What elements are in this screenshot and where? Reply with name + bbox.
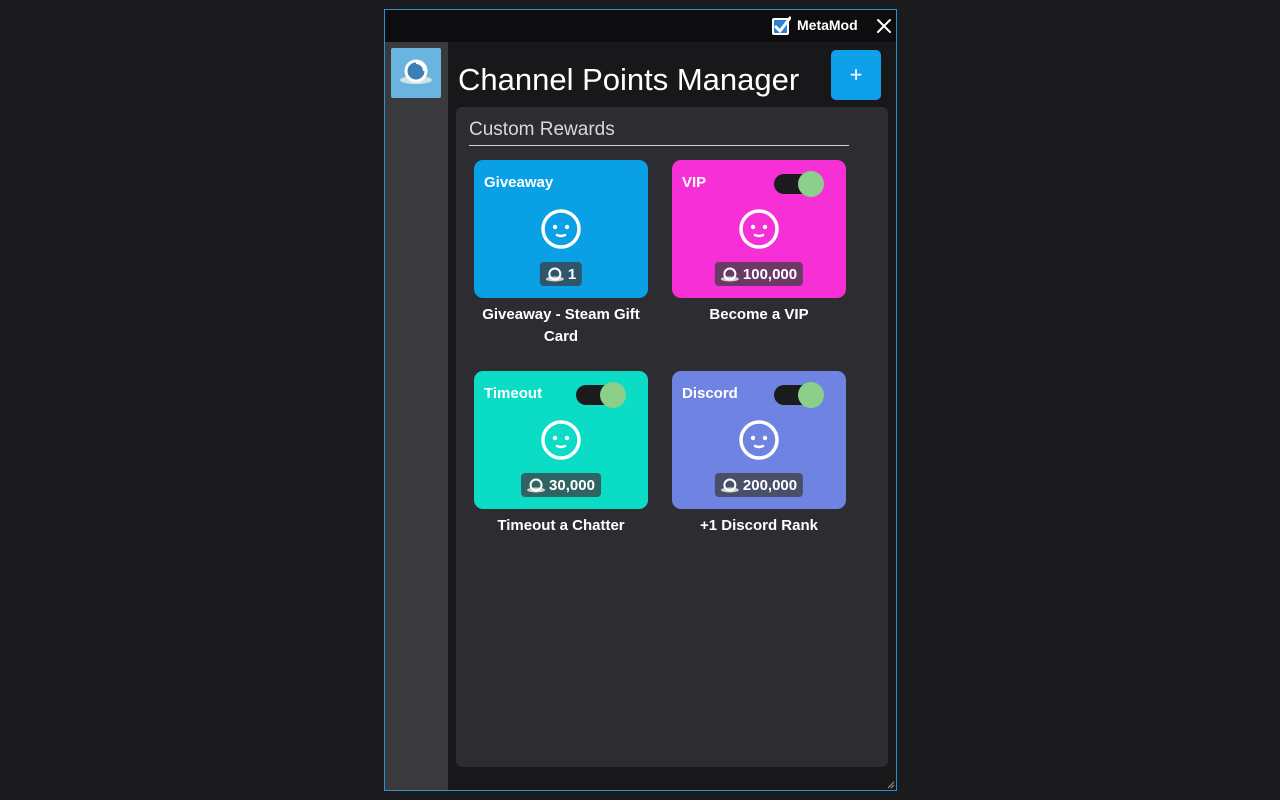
section-title: Custom Rewards — [469, 119, 849, 146]
reward-enabled-toggle[interactable] — [774, 171, 824, 197]
reward-tag: Timeout — [484, 385, 543, 402]
app-window: MetaMod Channel Points Manager + Custom … — [384, 9, 897, 791]
cost-badge: 30,000 — [521, 473, 601, 497]
reward-item-vip: VIP 100,000 Become a VIP — [672, 160, 846, 326]
reward-card[interactable]: Discord 200,000 — [672, 371, 846, 509]
toggle-knob — [600, 382, 626, 408]
reward-card[interactable]: VIP 100,000 — [672, 160, 846, 298]
channel-points-icon — [720, 267, 739, 282]
reward-enabled-toggle[interactable] — [576, 382, 626, 408]
cost-value: 1 — [567, 265, 577, 283]
smiley-icon — [739, 209, 779, 249]
resize-grip-icon[interactable] — [885, 779, 895, 789]
toggle-knob — [798, 382, 824, 408]
reward-item-timeout: Timeout 30,000 Timeout a Chatter — [474, 371, 648, 537]
reward-name: Become a VIP — [709, 306, 809, 323]
app-name: MetaMod — [797, 17, 858, 33]
sidebar — [385, 42, 448, 790]
checkbox-checked-icon[interactable] — [771, 16, 791, 36]
title-bar[interactable]: MetaMod — [385, 10, 896, 42]
reward-tag: Giveaway — [484, 174, 554, 191]
toggle-knob — [798, 171, 824, 197]
reward-name: Giveaway - Steam Gift Card — [482, 306, 640, 345]
reward-enabled-toggle[interactable] — [774, 382, 824, 408]
add-reward-button[interactable]: + — [831, 50, 881, 100]
reward-tag: VIP — [682, 174, 707, 191]
reward-name: +1 Discord Rank — [700, 517, 818, 534]
rewards-panel: Custom Rewards Giveaway 1 Giveaway - Ste… — [456, 107, 888, 767]
reward-item-giveaway: Giveaway 1 Giveaway - Steam Gift Card — [474, 160, 648, 348]
smiley-icon — [541, 420, 581, 460]
cost-badge: 1 — [539, 262, 583, 286]
cost-value: 200,000 — [742, 476, 798, 494]
smiley-icon — [739, 420, 779, 460]
main-content: Channel Points Manager + Custom Rewards … — [448, 42, 896, 790]
cost-badge: 200,000 — [714, 473, 804, 497]
cost-value: 100,000 — [742, 265, 798, 283]
cost-badge: 100,000 — [714, 262, 804, 286]
channel-points-icon — [400, 59, 432, 84]
reward-tag: Discord — [682, 385, 738, 402]
smiley-icon — [541, 209, 581, 249]
page-title: Channel Points Manager — [458, 62, 800, 97]
reward-card[interactable]: Giveaway 1 — [474, 160, 648, 298]
reward-name: Timeout a Chatter — [497, 517, 625, 534]
channel-points-icon — [527, 478, 546, 493]
sidebar-item-channel-points[interactable] — [391, 48, 441, 98]
cost-value: 30,000 — [549, 476, 595, 494]
close-icon[interactable] — [876, 18, 892, 34]
channel-points-icon — [720, 478, 739, 493]
reward-item-discord: Discord 200,000 +1 Discord Rank — [672, 371, 846, 537]
reward-card[interactable]: Timeout 30,000 — [474, 371, 648, 509]
channel-points-icon — [545, 267, 564, 282]
